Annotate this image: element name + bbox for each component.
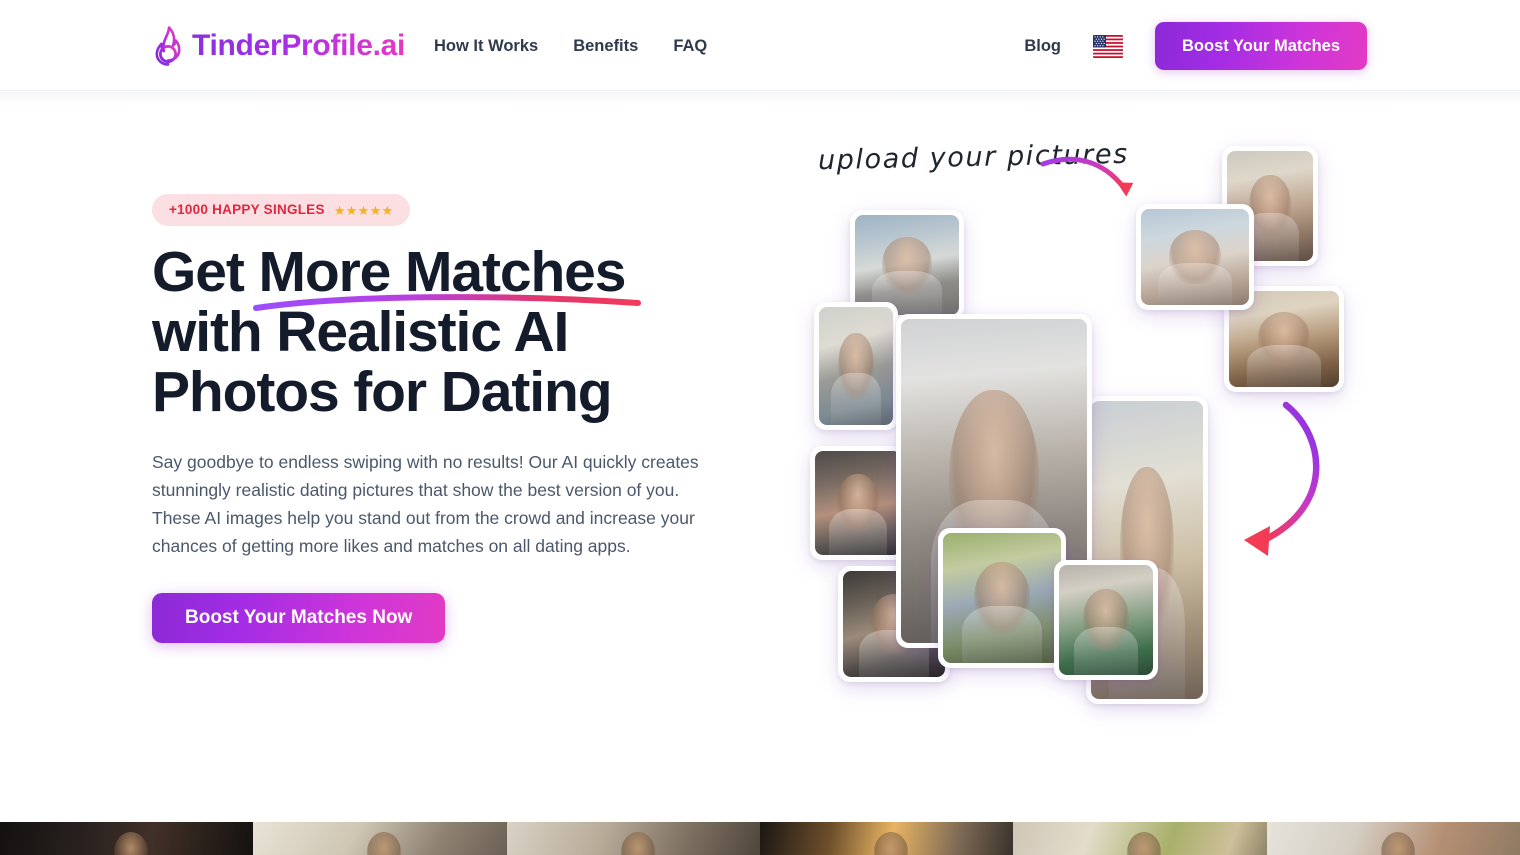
header-shadow [0,92,1520,106]
hero-boost-matches-button[interactable]: Boost Your Matches Now [152,593,446,643]
nav-item-blog[interactable]: Blog [1024,33,1061,59]
strip-photo-4 [760,822,1013,855]
headline-line-3: Photos for Dating [152,360,613,424]
strip-photo-2 [253,822,507,855]
nav-item-how-it-works[interactable]: How It Works [434,33,538,59]
happy-singles-badge: +1000 HAPPY SINGLES ★★★★★ [152,194,411,226]
brand-name: TinderProfile.ai [192,29,406,62]
headline-highlight: More Matches [258,240,626,304]
hero-collage: upload your pictures [790,120,1390,704]
hero-content: +1000 HAPPY SINGLES ★★★★★ Get More Match… [152,194,772,643]
main-navigation: How It Works Benefits FAQ [434,33,707,59]
strip-photo-6 [1267,822,1520,855]
hero-description: Say goodbye to endless swiping with no r… [152,452,699,556]
brand-logo[interactable]: TinderProfile.ai [153,21,405,71]
collage-photo-gym [810,446,906,560]
star-rating-icon: ★★★★★ [333,202,394,218]
page-title: Get More Matches with Realistic AI Photo… [152,242,772,422]
collage-photo-dog-park [938,528,1066,668]
nav-item-faq[interactable]: FAQ [673,33,707,59]
header-boost-matches-button[interactable]: Boost Your Matches [1155,22,1367,70]
flame-icon [155,26,181,66]
badge-label: +1000 HAPPY SINGLES [169,202,325,218]
bottom-photo-strip [0,822,1520,855]
strip-photo-3 [507,822,760,855]
header-actions: Blog Boost Your Matches [1024,22,1367,70]
strip-photo-1 [0,822,253,855]
strip-photo-5 [1013,822,1267,855]
collage-photo-white-tshirt [1136,204,1254,310]
site-header: TinderProfile.ai How It Works Benefits F… [0,0,1520,91]
headline-line-2: with Realistic AI [152,300,569,364]
curved-arrow-down-right-icon [1040,156,1134,197]
collage-photo-puppies [814,302,898,430]
landing-page: TinderProfile.ai How It Works Benefits F… [0,0,1520,855]
nav-item-benefits[interactable]: Benefits [573,33,638,59]
headline-prefix: Get [152,240,259,304]
curved-arrow-down-left-icon [1244,401,1320,556]
collage-photo-pool [1054,560,1158,680]
us-flag-icon[interactable] [1093,34,1123,58]
